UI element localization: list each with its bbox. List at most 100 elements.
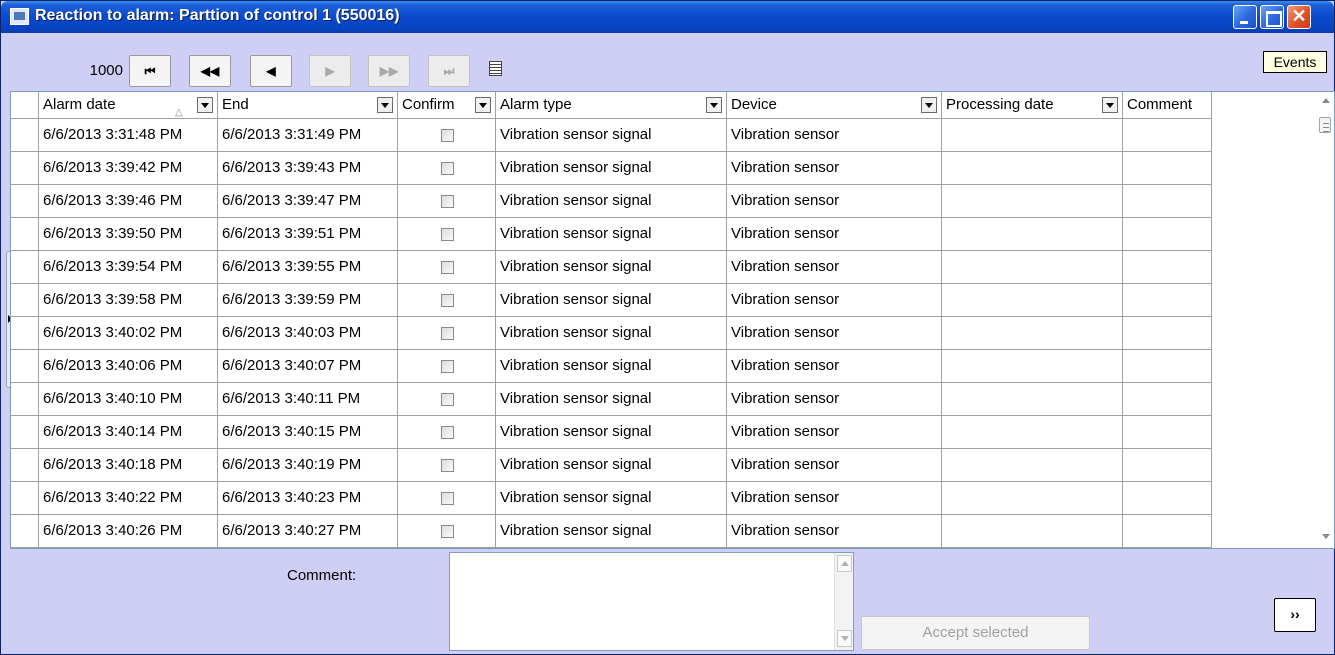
device-cell: Vibration sensor	[727, 218, 942, 251]
table-row[interactable]: 6/6/2013 3:39:42 PM 6/6/2013 3:39:43 PM Vi…	[11, 152, 1224, 185]
table-row[interactable]: 6/6/2013 3:40:26 PM 6/6/2013 3:40:27 PM Vi…	[11, 515, 1224, 548]
confirm-checkbox[interactable]	[441, 459, 454, 472]
confirm-checkbox[interactable]	[441, 327, 454, 340]
processing-date-cell	[942, 317, 1123, 350]
comment-scrollbar[interactable]	[834, 553, 853, 650]
row-selector-header	[11, 92, 39, 119]
comment-textarea[interactable]	[449, 552, 854, 651]
next-record-button[interactable]: ▶	[309, 55, 351, 87]
column-header-label: Device	[731, 96, 777, 113]
device-cell: Vibration sensor	[727, 350, 942, 383]
table-row[interactable]: 6/6/2013 3:40:06 PM 6/6/2013 3:40:07 PM Vi…	[11, 350, 1224, 383]
end-date-cell: 6/6/2013 3:39:51 PM	[218, 218, 398, 251]
confirm-checkbox[interactable]	[441, 525, 454, 538]
previous-page-button[interactable]: ◀◀	[189, 55, 231, 87]
close-button[interactable]: ✕	[1287, 5, 1311, 29]
alarm-date-cell: 6/6/2013 3:40:06 PM	[39, 350, 218, 383]
comment-cell	[1123, 449, 1212, 482]
filter-dropdown-icon[interactable]	[706, 97, 722, 113]
maximize-button[interactable]	[1260, 5, 1284, 29]
table-row[interactable]: 6/6/2013 3:40:18 PM 6/6/2013 3:40:19 PM Vi…	[11, 449, 1224, 482]
scroll-thumb[interactable]	[1319, 117, 1331, 133]
record-count: 1000	[89, 62, 123, 79]
comment-cell	[1123, 383, 1212, 416]
confirm-cell	[398, 317, 496, 350]
alarm-type-cell: Vibration sensor signal	[496, 152, 727, 185]
column-header-device[interactable]: Device	[727, 92, 942, 119]
column-header-comment[interactable]: Comment	[1123, 92, 1212, 119]
table-row[interactable]: 6/6/2013 3:40:02 PM 6/6/2013 3:40:03 PM Vi…	[11, 317, 1224, 350]
accept-selected-button[interactable]: Accept selected	[861, 616, 1090, 650]
confirm-checkbox[interactable]	[441, 426, 454, 439]
column-header-processing-date[interactable]: Processing date	[942, 92, 1123, 119]
end-date-cell: 6/6/2013 3:40:31 PM	[218, 548, 398, 549]
confirm-checkbox[interactable]	[441, 162, 454, 175]
processing-date-cell	[942, 482, 1123, 515]
comment-cell	[1123, 251, 1212, 284]
vertical-scrollbar[interactable]	[1317, 92, 1334, 548]
confirm-checkbox[interactable]	[441, 228, 454, 241]
confirm-checkbox[interactable]	[441, 393, 454, 406]
previous-record-button[interactable]: ◀	[250, 55, 292, 87]
scroll-down-icon[interactable]	[1322, 534, 1330, 539]
comment-cell	[1123, 317, 1212, 350]
column-header-label: Confirm	[402, 96, 455, 113]
last-record-button[interactable]: ⏭	[428, 55, 470, 87]
processing-date-cell	[942, 152, 1123, 185]
confirm-checkbox[interactable]	[441, 129, 454, 142]
column-chooser-icon[interactable]	[489, 61, 502, 76]
row-selector	[11, 317, 39, 350]
alarm-type-cell: Vibration sensor signal	[496, 284, 727, 317]
alarm-date-cell: 6/6/2013 3:39:58 PM	[39, 284, 218, 317]
table-row[interactable]: 6/6/2013 3:40:10 PM 6/6/2013 3:40:11 PM Vi…	[11, 383, 1224, 416]
comment-cell	[1123, 515, 1212, 548]
table-row[interactable]: 6/6/2013 3:31:48 PM 6/6/2013 3:31:49 PM Vi…	[11, 119, 1224, 152]
comment-cell	[1123, 119, 1212, 152]
column-header-alarm-type[interactable]: Alarm type	[496, 92, 727, 119]
end-date-cell: 6/6/2013 3:39:43 PM	[218, 152, 398, 185]
table-row[interactable]: 6/6/2013 3:40:22 PM 6/6/2013 3:40:23 PM Vi…	[11, 482, 1224, 515]
table-row[interactable]: 6/6/2013 3:40:14 PM 6/6/2013 3:40:15 PM Vi…	[11, 416, 1224, 449]
row-selector	[11, 350, 39, 383]
filter-dropdown-icon[interactable]	[921, 97, 937, 113]
confirm-checkbox[interactable]	[441, 261, 454, 274]
scroll-up-icon[interactable]	[1322, 98, 1330, 103]
table-row[interactable]: 6/6/2013 3:40:30 PM6/6/2013 3:40:31 PM Vi…	[11, 548, 1224, 549]
processing-date-cell	[942, 416, 1123, 449]
filter-dropdown-icon[interactable]	[377, 97, 393, 113]
table-row[interactable]: 6/6/2013 3:39:46 PM 6/6/2013 3:39:47 PM Vi…	[11, 185, 1224, 218]
table-row[interactable]: 6/6/2013 3:39:50 PM 6/6/2013 3:39:51 PM Vi…	[11, 218, 1224, 251]
column-header-confirm[interactable]: Confirm	[398, 92, 496, 119]
end-date-cell: 6/6/2013 3:39:55 PM	[218, 251, 398, 284]
confirm-checkbox[interactable]	[441, 492, 454, 505]
alarm-date-cell: 6/6/2013 3:40:26 PM	[39, 515, 218, 548]
row-selector	[11, 152, 39, 185]
filter-dropdown-icon[interactable]	[475, 97, 491, 113]
end-date-cell: 6/6/2013 3:40:07 PM	[218, 350, 398, 383]
comment-cell	[1123, 416, 1212, 449]
title-bar[interactable]: Reaction to alarm: Parttion of control 1…	[1, 1, 1334, 33]
device-cell: Vibration sensor	[727, 482, 942, 515]
expand-button[interactable]: ››	[1274, 598, 1316, 632]
confirm-checkbox[interactable]	[441, 195, 454, 208]
column-header-alarm-date[interactable]: Alarm date △	[39, 92, 218, 119]
end-date-cell: 6/6/2013 3:40:03 PM	[218, 317, 398, 350]
confirm-checkbox[interactable]	[441, 360, 454, 373]
alarm-date-cell: 6/6/2013 3:39:46 PM	[39, 185, 218, 218]
first-record-button[interactable]: ⏮	[129, 55, 171, 87]
alarm-type-cell: Vibration sensor signal	[496, 251, 727, 284]
scroll-down-icon[interactable]	[837, 630, 852, 647]
device-cell: Vibration sensor	[727, 383, 942, 416]
column-header-end[interactable]: End	[218, 92, 398, 119]
confirm-checkbox[interactable]	[441, 294, 454, 307]
alarm-date-cell: 6/6/2013 3:40:18 PM	[39, 449, 218, 482]
table-row[interactable]: 6/6/2013 3:39:54 PM 6/6/2013 3:39:55 PM Vi…	[11, 251, 1224, 284]
scroll-up-icon[interactable]	[837, 555, 852, 572]
alarm-date-cell: 6/6/2013 3:39:54 PM	[39, 251, 218, 284]
minimize-button[interactable]	[1233, 5, 1257, 29]
table-row[interactable]: 6/6/2013 3:39:58 PM 6/6/2013 3:39:59 PM Vi…	[11, 284, 1224, 317]
filter-dropdown-icon[interactable]	[197, 97, 213, 113]
column-header-label: Processing date	[946, 96, 1054, 113]
filter-dropdown-icon[interactable]	[1102, 97, 1118, 113]
next-page-button[interactable]: ▶▶	[368, 55, 410, 87]
